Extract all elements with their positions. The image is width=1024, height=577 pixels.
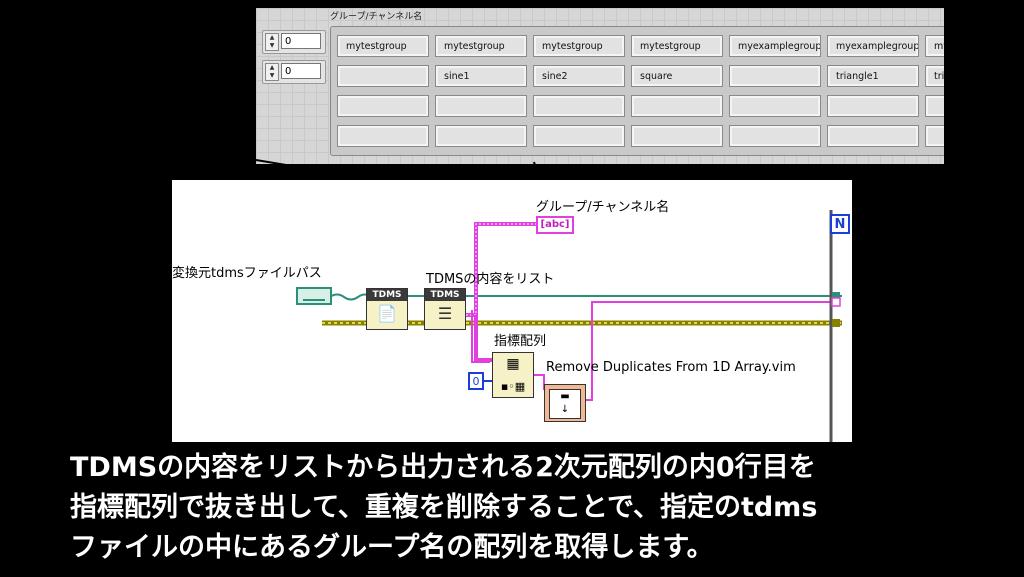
array-cell[interactable]: myexamplegroup: [827, 35, 919, 57]
array-cell[interactable]: myexamplegroup: [729, 35, 821, 57]
list-contents-label: TDMSの内容をリスト: [426, 272, 555, 287]
index-terminal-icon: ▪◦▦: [500, 380, 526, 393]
array-cell[interactable]: [631, 125, 723, 147]
row-index-spinner[interactable]: ▲ ▼: [265, 33, 279, 51]
index-array-label: 指標配列: [494, 334, 547, 349]
array-cell[interactable]: sine1: [435, 65, 527, 87]
tdms-list-header: TDMS: [425, 289, 465, 301]
loop-count-terminal[interactable]: N: [830, 214, 850, 234]
array-cell[interactable]: [435, 125, 527, 147]
array-cell[interactable]: square: [631, 65, 723, 87]
source-path-label: 変換元tdmsファイルパス: [172, 266, 322, 281]
array-cell[interactable]: my: [925, 35, 944, 57]
path-icon: [303, 293, 325, 301]
array-cell[interactable]: mytestgroup: [533, 35, 625, 57]
array-indicator-inset: グループ/チャンネル名 ▲ ▼ 0 ▲ ▼ 0 mytestgroup mytestg…: [254, 6, 946, 166]
array-cell[interactable]: [827, 125, 919, 147]
array-cell[interactable]: [533, 125, 625, 147]
array-cell[interactable]: [337, 125, 429, 147]
column-index-control[interactable]: ▲ ▼ 0: [262, 60, 326, 84]
array-cell[interactable]: triangle1: [827, 65, 919, 87]
open-file-icon: 📄: [377, 304, 397, 323]
array-cell[interactable]: [337, 65, 429, 87]
row-index-control[interactable]: ▲ ▼ 0: [262, 30, 326, 54]
index-constant[interactable]: 0: [468, 372, 484, 390]
tdms-list-contents-node[interactable]: TDMS ☰: [424, 288, 466, 330]
array-cell[interactable]: mytestgroup: [337, 35, 429, 57]
array-cell[interactable]: [925, 125, 944, 147]
tdms-open-node[interactable]: TDMS 📄: [366, 288, 408, 330]
wires: [322, 210, 842, 442]
remove-duplicates-node[interactable]: ▬ ↓: [544, 384, 586, 422]
remove-duplicates-label: Remove Duplicates From 1D Array.vim: [546, 360, 796, 375]
caption-line-2: 指標配列で抜き出して、重複を削除することで、指定のtdms: [70, 492, 818, 523]
channel-name-label: グループ/チャンネル名: [536, 200, 670, 215]
caption-line-1: TDMSの内容をリストから出力される2次元配列の内0行目を: [70, 452, 816, 483]
remove-duplicates-icon: ▬ ↓: [549, 389, 581, 419]
array-cell[interactable]: mytestgroup: [435, 35, 527, 57]
array-cell[interactable]: [729, 95, 821, 117]
block-diagram: グループ/チャンネル名 [abc] 変換元tdmsファイルパス TDMS 📄 T…: [172, 180, 852, 442]
string-array-indicator[interactable]: [abc]: [536, 216, 574, 234]
array-cell[interactable]: [631, 95, 723, 117]
array-grid-icon: ▦: [506, 356, 520, 372]
row-index-value[interactable]: 0: [281, 33, 321, 49]
caption: TDMSの内容をリストから出力される2次元配列の内0行目を 指標配列で抜き出して…: [70, 448, 970, 568]
array-frame: mytestgroup mytestgroup mytestgroup mytestg…: [330, 26, 944, 156]
array-cell[interactable]: tria: [925, 65, 944, 87]
array-cell[interactable]: [435, 95, 527, 117]
array-cell[interactable]: [827, 95, 919, 117]
array-cell[interactable]: [729, 125, 821, 147]
column-index-spinner[interactable]: ▲ ▼: [265, 63, 279, 81]
tdms-open-header: TDMS: [367, 289, 407, 301]
caption-line-3: ファイルの中にあるグループ名の配列を取得します。: [70, 532, 714, 563]
array-label: グループ/チャンネル名: [330, 12, 423, 22]
array-cell[interactable]: mytestgroup: [631, 35, 723, 57]
path-control-terminal[interactable]: [296, 287, 332, 305]
array-cell[interactable]: sine2: [533, 65, 625, 87]
array-cell[interactable]: [337, 95, 429, 117]
array-cell[interactable]: [729, 65, 821, 87]
array-cell[interactable]: [925, 95, 944, 117]
column-index-value[interactable]: 0: [281, 63, 321, 79]
index-array-node[interactable]: ▦ ▪◦▦: [492, 352, 534, 398]
array-cell[interactable]: [533, 95, 625, 117]
list-icon: ☰: [437, 304, 453, 323]
